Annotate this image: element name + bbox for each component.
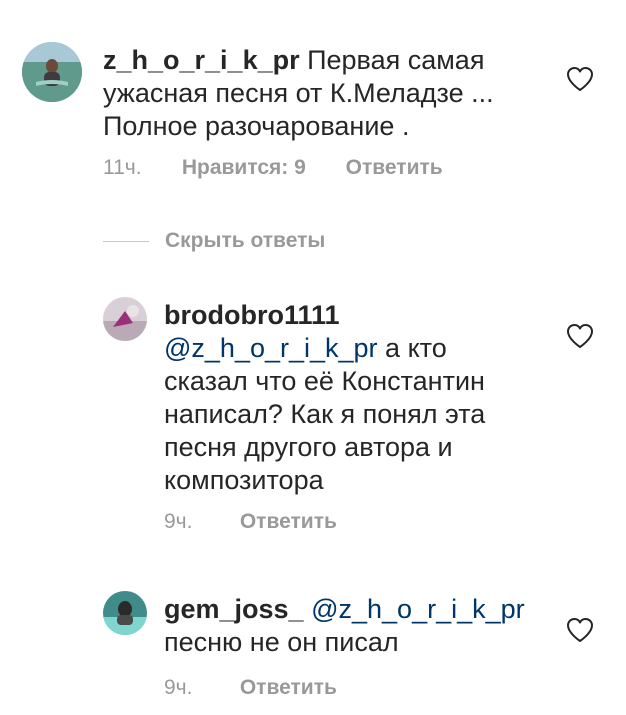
comment-meta: 11ч. Нравится: 9 Ответить xyxy=(103,156,443,180)
avatar-photo xyxy=(103,297,147,341)
avatar-photo xyxy=(103,591,147,635)
heart-icon[interactable] xyxy=(566,323,594,349)
heart-icon[interactable] xyxy=(566,617,594,643)
avatar-photo xyxy=(22,42,82,102)
mention-link[interactable]: @z_h_o_r_i_k_pr xyxy=(311,594,525,624)
comment-line: Первая самая xyxy=(299,45,485,75)
username[interactable]: brodobro1111 xyxy=(164,300,340,330)
comment-text: z_h_o_r_i_k_pr Первая самая ужасная песн… xyxy=(103,44,543,143)
heart-icon[interactable] xyxy=(566,66,594,92)
avatar[interactable] xyxy=(103,297,147,341)
comment-text: brodobro1111 @z_h_o_r_i_k_pr а кто сказа… xyxy=(164,299,544,497)
reply-button[interactable]: Ответить xyxy=(346,156,443,180)
comment-line: сказал что её Константин xyxy=(164,366,485,396)
comment-line: Полное разочарование . xyxy=(103,111,410,141)
comment-line: написал? Как я понял эта xyxy=(164,399,486,429)
comment-time[interactable]: 9ч. xyxy=(164,676,234,700)
comment-line: а кто xyxy=(377,333,447,363)
comment-line: песня другого автора и xyxy=(164,432,453,462)
comment-text: gem_joss_ @z_h_o_r_i_k_pr песню не он пи… xyxy=(164,593,564,659)
hide-replies-label: Скрыть ответы xyxy=(165,229,326,252)
username[interactable]: gem_joss_ xyxy=(164,594,304,624)
avatar[interactable] xyxy=(103,591,147,635)
comment-time[interactable]: 11ч. xyxy=(103,156,176,180)
reply-button[interactable]: Ответить xyxy=(240,510,337,534)
comment-line: композитора xyxy=(164,465,324,495)
divider-line xyxy=(103,240,149,242)
avatar[interactable] xyxy=(22,42,82,102)
comment-meta: 9ч. Ответить xyxy=(164,510,337,534)
comment-line: песню не он писал xyxy=(164,627,399,657)
reply-button[interactable]: Ответить xyxy=(240,676,337,700)
likes-count-link[interactable]: Нравится: 9 xyxy=(182,156,306,180)
comment-line: ужасная песня от К.Меладзе ... xyxy=(103,78,494,108)
comment-meta: 9ч. Ответить xyxy=(164,676,337,700)
comment-time[interactable]: 9ч. xyxy=(164,510,234,534)
mention-link[interactable]: @z_h_o_r_i_k_pr xyxy=(164,333,378,363)
hide-replies-button[interactable]: Скрыть ответы xyxy=(103,226,325,256)
username[interactable]: z_h_o_r_i_k_pr xyxy=(103,45,300,75)
